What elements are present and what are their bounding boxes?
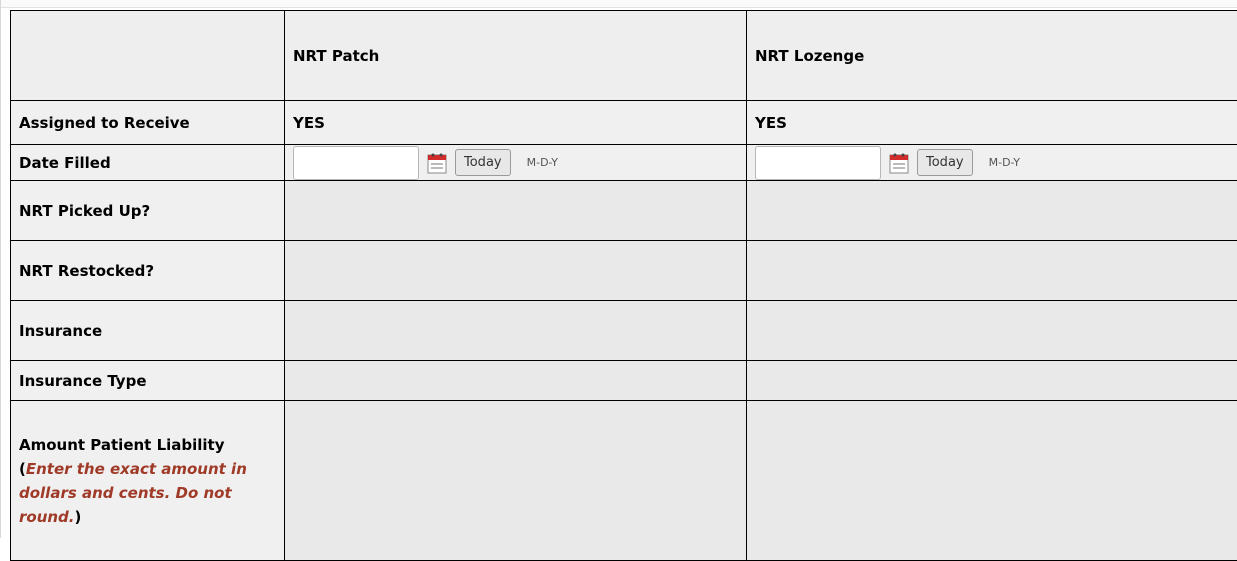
date-filled-patch-cell: Today M-D-Y: [285, 145, 747, 181]
insurance-lozenge-cell: [747, 301, 1237, 361]
amount-patch-cell: [285, 401, 747, 561]
table-row-insurance: Insurance: [11, 301, 1237, 361]
row-label-date-filled: Date Filled: [11, 145, 285, 181]
table-row-amount: Amount Patient Liability (Enter the exac…: [11, 401, 1237, 561]
assigned-patch-value: YES: [285, 101, 747, 145]
header-nrt-lozenge: NRT Lozenge: [747, 11, 1237, 101]
amount-note: Enter the exact amount in dollars and ce…: [19, 460, 247, 526]
amount-note-close: ): [75, 508, 82, 526]
picked-up-lozenge-cell: [747, 181, 1237, 241]
left-border: [0, 0, 1, 538]
row-label-restocked: NRT Restocked?: [11, 241, 285, 301]
row-label-insurance: Insurance: [11, 301, 285, 361]
amount-note-open: (: [19, 460, 26, 478]
date-filled-patch-input[interactable]: [293, 146, 419, 180]
insurance-type-patch-cell: [285, 361, 747, 401]
table-row-restocked: NRT Restocked?: [11, 241, 1237, 301]
insurance-type-lozenge-cell: [747, 361, 1237, 401]
today-button-patch[interactable]: Today: [455, 149, 511, 176]
today-button-lozenge[interactable]: Today: [917, 149, 973, 176]
amount-lozenge-cell: [747, 401, 1237, 561]
date-format-hint-lozenge: M-D-Y: [989, 156, 1020, 169]
top-border: [0, 0, 1237, 8]
table-row-insurance-type: Insurance Type: [11, 361, 1237, 401]
restocked-lozenge-cell: [747, 241, 1237, 301]
table-header-row: NRT Patch NRT Lozenge: [11, 11, 1237, 101]
header-nrt-patch: NRT Patch: [285, 11, 747, 101]
header-blank-cell: [11, 11, 285, 101]
table-row-date-filled: Date Filled Today M-D-Y: [11, 145, 1237, 181]
date-filled-lozenge-cell: Today M-D-Y: [747, 145, 1237, 181]
restocked-patch-cell: [285, 241, 747, 301]
date-format-hint-patch: M-D-Y: [527, 156, 558, 169]
row-label-amount: Amount Patient Liability (Enter the exac…: [11, 401, 285, 561]
table-row-assigned: Assigned to Receive YES YES: [11, 101, 1237, 145]
amount-label: Amount Patient Liability: [19, 436, 225, 454]
row-label-picked-up: NRT Picked Up?: [11, 181, 285, 241]
row-label-insurance-type: Insurance Type: [11, 361, 285, 401]
picked-up-patch-cell: [285, 181, 747, 241]
calendar-icon[interactable]: [427, 152, 447, 174]
table-row-picked-up: NRT Picked Up?: [11, 181, 1237, 241]
insurance-patch-cell: [285, 301, 747, 361]
nrt-matrix-table: NRT Patch NRT Lozenge Assigned to Receiv…: [10, 10, 1237, 561]
calendar-icon[interactable]: [889, 152, 909, 174]
row-label-assigned: Assigned to Receive: [11, 101, 285, 145]
assigned-lozenge-value: YES: [747, 101, 1237, 145]
date-filled-lozenge-input[interactable]: [755, 146, 881, 180]
